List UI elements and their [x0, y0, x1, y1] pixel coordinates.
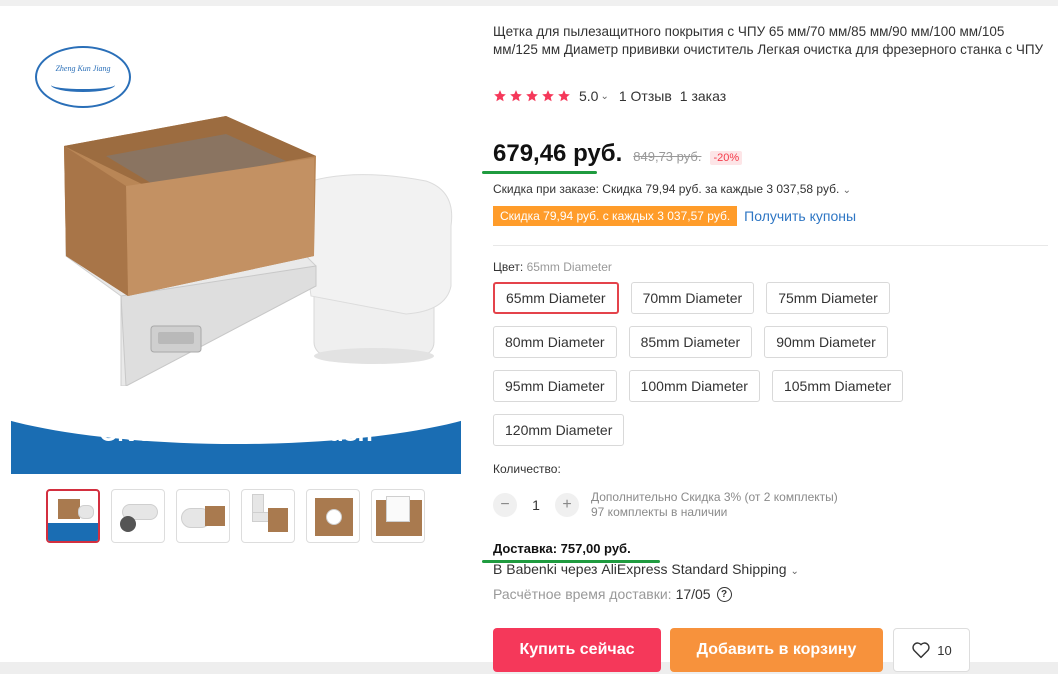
thumbnail-1-brush: [58, 499, 80, 519]
variant-option-95mm[interactable]: 95mm Diameter: [493, 370, 617, 402]
delivery-eta: Расчётное время доставки: 17/05 ?: [493, 586, 732, 602]
eta-label: Расчётное время доставки:: [493, 586, 672, 602]
variant-option-75mm[interactable]: 75mm Diameter: [766, 282, 890, 314]
star-icon: [526, 90, 538, 102]
quantity-label: Количество:: [493, 462, 561, 476]
thumbnail-2-hole: [120, 516, 136, 532]
thumbnail-3[interactable]: [176, 489, 230, 543]
variant-option-65mm[interactable]: 65mm Diameter: [493, 282, 619, 314]
wishlist-button[interactable]: 10: [893, 628, 970, 672]
rating-stars: [493, 89, 571, 103]
chevron-down-icon: ⌄: [790, 566, 799, 577]
rating-row: 5.0 ⌄ 1 Отзыв 1 заказ: [493, 88, 726, 104]
chevron-down-icon[interactable]: ⌄: [600, 91, 608, 102]
dust-brush-product-drawing: [64, 116, 453, 386]
thumbnail-1[interactable]: [46, 489, 100, 543]
shipping-method[interactable]: В Babenki через AliExpress Standard Ship…: [493, 561, 799, 577]
price-highlight-underline: [482, 171, 597, 174]
variant-options: 65mm Diameter 70mm Diameter 75mm Diamete…: [493, 282, 963, 446]
thumbnail-1-band: [48, 523, 98, 541]
thumbnail-2[interactable]: [111, 489, 165, 543]
variant-option-90mm[interactable]: 90mm Diameter: [764, 326, 888, 358]
section-divider: [493, 245, 1048, 246]
variant-option-100mm[interactable]: 100mm Diameter: [628, 370, 760, 402]
heart-icon: [912, 642, 930, 659]
coupon-row: Скидка 79,94 руб. с каждых 3 037,57 руб.…: [493, 206, 856, 226]
wishlist-count: 10: [937, 642, 952, 658]
discount-badge: -20%: [710, 151, 743, 165]
add-to-cart-button[interactable]: Добавить в корзину: [670, 628, 883, 672]
variant-label-text: Цвет:: [493, 260, 524, 274]
order-discount-note[interactable]: Скидка при заказе: Скидка 79,94 руб. за …: [493, 182, 851, 196]
quantity-minus-button[interactable]: −: [493, 493, 517, 517]
variant-selected-text: 65mm Diameter: [526, 260, 612, 274]
bulk-discount-note: Дополнительно Скидка 3% (от 2 комплекты): [591, 490, 838, 504]
star-icon: [510, 90, 522, 102]
thumbnail-strip: [46, 489, 425, 543]
image-caption: CNC Dust Cover Brush: [99, 419, 373, 447]
variant-label: Цвет: 65mm Diameter: [493, 260, 612, 274]
get-coupons-link[interactable]: Получить купоны: [744, 208, 856, 224]
thumbnail-5[interactable]: [306, 489, 360, 543]
quantity-plus-button[interactable]: +: [555, 493, 579, 517]
quantity-info: Дополнительно Скидка 3% (от 2 комплекты)…: [591, 490, 838, 520]
quantity-stepper: − 1 + Дополнительно Скидка 3% (от 2 комп…: [493, 490, 838, 520]
coupon-tag: Скидка 79,94 руб. с каждых 3 037,57 руб.: [493, 206, 738, 226]
variant-option-120mm[interactable]: 120mm Diameter: [493, 414, 625, 446]
top-divider: [0, 0, 1058, 6]
orders-count: 1 заказ: [679, 88, 727, 104]
variant-option-85mm[interactable]: 85mm Diameter: [628, 326, 753, 358]
buy-now-button[interactable]: Купить сейчас: [493, 628, 661, 672]
current-price: 679,46 руб.: [493, 140, 623, 167]
thumbnail-4[interactable]: [241, 489, 295, 543]
price-row: 679,46 руб. 849,73 руб. -20%: [493, 140, 743, 168]
thumbnail-3-brush: [205, 506, 225, 526]
old-price: 849,73 руб.: [633, 149, 702, 164]
quantity-input[interactable]: 1: [517, 497, 555, 513]
logo-text: Zheng Kun Jiang: [55, 64, 111, 73]
variant-option-70mm[interactable]: 70mm Diameter: [630, 282, 755, 314]
reviews-link[interactable]: 1 Отзыв: [619, 88, 672, 104]
thumbnail-4-brush: [268, 508, 288, 532]
star-icon: [494, 90, 506, 102]
delivery-cost: Доставка: 757,00 руб.: [493, 541, 631, 556]
main-product-image[interactable]: Zheng Kun Jiang CNC Dust Cover Brush: [11, 24, 461, 474]
shipping-method-text: В Babenki через AliExpress Standard Ship…: [493, 561, 787, 577]
eta-date: 17/05: [675, 586, 711, 602]
rating-value[interactable]: 5.0: [579, 88, 598, 104]
product-title: Щетка для пылезащитного покрытия с ЧПУ 6…: [493, 24, 1044, 57]
variant-option-80mm[interactable]: 80mm Diameter: [493, 326, 617, 358]
star-icon: [558, 90, 570, 102]
thumbnail-1-pipe: [78, 505, 94, 519]
stock-count: 97 комплекты в наличии: [591, 505, 728, 519]
variant-option-105mm[interactable]: 105mm Diameter: [771, 370, 904, 402]
question-circle-icon[interactable]: ?: [716, 586, 732, 602]
star-icon: [542, 90, 554, 102]
thumbnail-5-hole: [326, 509, 342, 525]
chevron-down-icon: ⌄: [842, 185, 852, 196]
order-discount-text: Скидка при заказе: Скидка 79,94 руб. за …: [493, 182, 840, 196]
thumbnail-6[interactable]: [371, 489, 425, 543]
thumbnail-6-box: [386, 496, 410, 522]
